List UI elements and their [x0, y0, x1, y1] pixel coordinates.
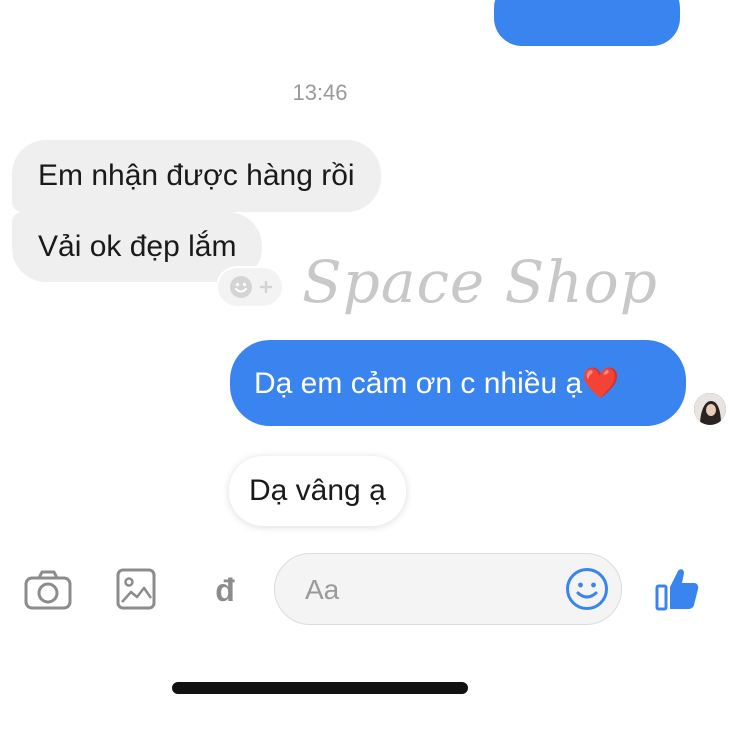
message-input[interactable] [303, 568, 567, 612]
incoming-message-1[interactable]: Em nhận được hàng rồi [12, 140, 381, 212]
payment-icon: đ [215, 572, 235, 608]
message-text: Dạ em cảm ơn c nhiều ạ❤️ [254, 366, 620, 400]
add-reaction-button[interactable] [218, 268, 282, 306]
message-input-container[interactable] [274, 553, 622, 625]
camera-button[interactable] [24, 566, 72, 619]
payment-button[interactable]: đ [210, 572, 240, 612]
like-icon [655, 569, 699, 611]
message-text: Vải ok đẹp lắm [38, 230, 237, 263]
message-text: Em nhận được hàng rồi [38, 159, 355, 192]
emoji-add-icon [230, 276, 273, 298]
like-button[interactable] [654, 565, 702, 618]
previous-outgoing-bubble [494, 0, 680, 46]
camera-icon [24, 570, 72, 610]
message-timestamp: 13:46 [292, 80, 348, 105]
avatar-image [694, 393, 726, 425]
quick-reply-text: Dạ vâng ạ [249, 474, 386, 507]
quick-reply-chip[interactable]: Dạ vâng ạ [229, 456, 406, 526]
photo-icon [116, 568, 156, 610]
outgoing-message[interactable]: Dạ em cảm ơn c nhiều ạ❤️ [230, 340, 686, 426]
home-indicator[interactable] [172, 682, 468, 694]
photo-button[interactable] [116, 566, 156, 617]
avatar[interactable] [694, 393, 726, 425]
watermark-text: Space Shop [302, 248, 658, 316]
emoji-icon[interactable] [565, 567, 609, 611]
